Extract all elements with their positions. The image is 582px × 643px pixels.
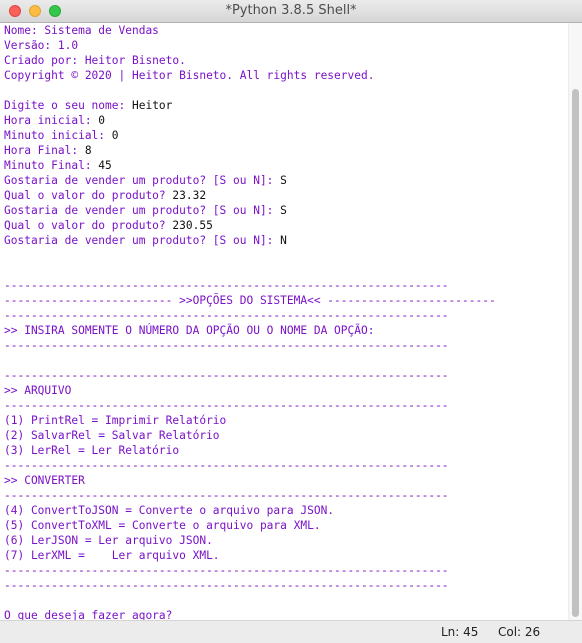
shell-line: Gostaria de vender um produto? [S ou N]:…	[4, 203, 287, 218]
shell-line: ----------------------------------------…	[4, 564, 449, 577]
prompt-text: Minuto Final:	[4, 159, 99, 172]
shell-line: ------------------------- >>OPÇÕES DO SI…	[4, 294, 496, 307]
user-input-text: N	[280, 234, 287, 247]
prompt-text: Gostaria de vender um produto? [S ou N]:	[4, 234, 281, 247]
title-bar[interactable]: *Python 3.8.5 Shell*	[0, 0, 582, 23]
shell-line: Digite o seu nome: Heitor	[4, 98, 172, 113]
shell-text-area[interactable]: Nome: Sistema de Vendas Versão: 1.0 Criado…	[0, 23, 568, 620]
shell-line: (4) ConvertToJSON = Converte o arquivo p…	[4, 504, 335, 517]
shell-line: (6) LerJSON = Ler arquivo JSON.	[4, 534, 213, 547]
user-input-text: Heitor	[131, 99, 173, 112]
shell-line: ----------------------------------------…	[4, 279, 449, 292]
prompt-text: Digite o seu nome:	[4, 99, 132, 112]
scrollbar-thumb[interactable]	[572, 89, 579, 617]
column-number-indicator: Col: 26	[498, 625, 541, 639]
prompt-text: Gostaria de vender um produto? [S ou N]:	[4, 204, 281, 217]
prompt-text: Hora Final:	[4, 144, 85, 157]
shell-line: ----------------------------------------…	[4, 489, 449, 502]
shell-line: Nome: Sistema de Vendas	[4, 24, 159, 37]
shell-line: O que deseja fazer agora?	[4, 609, 173, 620]
shell-line: Hora inicial: 0	[4, 113, 105, 128]
shell-line: ----------------------------------------…	[4, 309, 449, 322]
shell-line: (7) LerXML = Ler arquivo XML.	[4, 549, 220, 562]
shell-line: Versão: 1.0	[4, 39, 79, 52]
shell-line: >> CONVERTER	[4, 474, 85, 487]
prompt-text: Qual o valor do produto?	[4, 219, 173, 232]
shell-line: Qual o valor do produto? 23.32	[4, 188, 206, 203]
shell-line: Criado por: Heitor Bisneto.	[4, 54, 186, 67]
shell-line: >> ARQUIVO	[4, 384, 72, 397]
shell-line: Gostaria de vender um produto? [S ou N]:…	[4, 173, 287, 188]
prompt-text: Qual o valor do produto?	[4, 189, 173, 202]
user-input-text: 0	[111, 129, 119, 142]
prompt-text: Hora inicial:	[4, 114, 99, 127]
shell-line: (3) LerRel = Ler Relatório	[4, 444, 180, 457]
shell-line: ----------------------------------------…	[4, 399, 449, 412]
shell-line: Gostaria de vender um produto? [S ou N]:…	[4, 233, 287, 248]
shell-line: Minuto Final: 45	[4, 158, 112, 173]
user-input-text: 23.32	[172, 189, 207, 202]
shell-line: ----------------------------------------…	[4, 339, 449, 352]
prompt-text: Minuto inicial:	[4, 129, 112, 142]
user-input-text: 45	[98, 159, 112, 172]
shell-line: (1) PrintRel = Imprimir Relatório	[4, 414, 227, 427]
prompt-text: Gostaria de vender um produto? [S ou N]:	[4, 174, 281, 187]
shell-line: Copyright © 2020 | Heitor Bisneto. All r…	[4, 69, 375, 82]
shell-line: ----------------------------------------…	[4, 369, 449, 382]
user-input-text: 230.55	[172, 219, 213, 232]
vertical-scrollbar[interactable]	[568, 23, 582, 620]
shell-line: (2) SalvarRel = Salvar Relatório	[4, 429, 220, 442]
status-bar: Ln: 45 Col: 26	[0, 620, 582, 643]
shell-line: Hora Final: 8	[4, 143, 92, 158]
shell-line: (5) ConvertToXML = Converte o arquivo pa…	[4, 519, 321, 532]
user-input-text: S	[280, 204, 287, 217]
window-title: *Python 3.8.5 Shell*	[225, 3, 357, 18]
shell-line: Minuto inicial: 0	[4, 128, 119, 143]
shell-line: ----------------------------------------…	[4, 579, 449, 592]
user-input-text: 8	[84, 144, 92, 157]
shell-line: Qual o valor do produto? 230.55	[4, 218, 213, 233]
python-shell-window: *Python 3.8.5 Shell* Nome: Sistema de Ve…	[0, 0, 582, 643]
line-number-indicator: Ln: 45	[441, 625, 479, 639]
user-input-text: S	[280, 174, 287, 187]
user-input-text: 0	[98, 114, 106, 127]
shell-line: >> INSIRA SOMENTE O NÚMERO DA OPÇÃO OU O…	[4, 324, 375, 337]
shell-line: ----------------------------------------…	[4, 459, 449, 472]
